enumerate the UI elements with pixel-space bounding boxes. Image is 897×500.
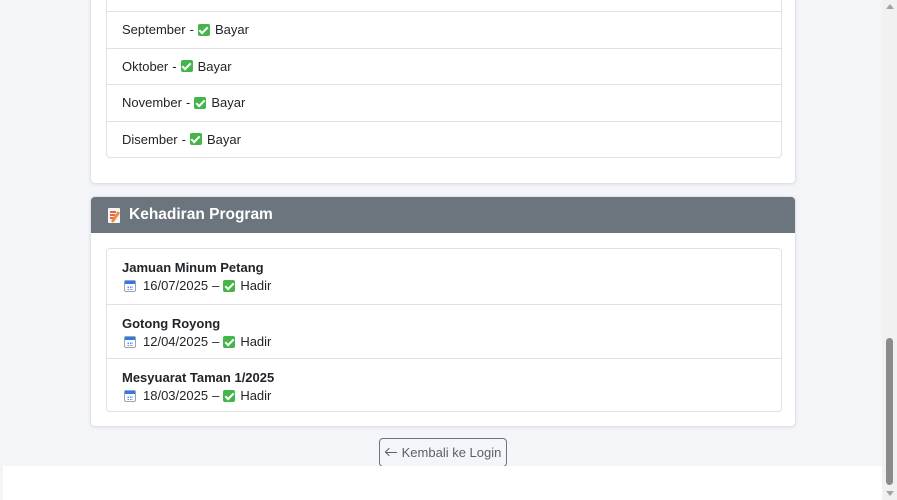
- program-item: Mesyuarat Taman 1/2025 18/03/2025 – Hadi…: [107, 358, 781, 413]
- scrollbar-thumb[interactable]: [886, 338, 893, 485]
- fee-status-card: September - Bayar Oktober - Bayar Novemb…: [90, 0, 796, 184]
- program-separator: –: [212, 278, 220, 293]
- check-icon: [180, 60, 193, 73]
- program-date: 12/04/2025: [143, 333, 209, 349]
- program-item: Jamuan Minum Petang 16/07/2025 – Hadir: [107, 249, 781, 304]
- card-title: Kehadiran Program: [129, 206, 273, 223]
- program-status: Hadir: [240, 278, 272, 293]
- fee-separator: -: [172, 58, 177, 74]
- check-icon: [223, 335, 236, 348]
- program-separator: –: [212, 388, 220, 403]
- calendar-icon: [124, 390, 136, 402]
- calendar-icon: [124, 280, 136, 292]
- check-icon: [197, 23, 210, 36]
- fee-status: Bayar: [214, 22, 249, 38]
- fee-separator: -: [185, 95, 191, 111]
- program-status: Hadir: [240, 333, 272, 349]
- scroll-down-icon[interactable]: [885, 491, 894, 496]
- scroll-up-icon[interactable]: [885, 4, 894, 9]
- footer: [3, 466, 883, 500]
- fee-month: Oktober: [122, 58, 169, 74]
- calendar-icon: [124, 335, 136, 348]
- check-icon: [223, 280, 236, 292]
- fee-status: Bayar: [206, 131, 241, 147]
- fee-list: September - Bayar Oktober - Bayar Novemb…: [106, 0, 782, 158]
- program-name: Mesyuarat Taman 1/2025: [122, 370, 275, 385]
- back-button-label: Kembali ke Login: [401, 445, 502, 460]
- check-icon: [194, 96, 207, 109]
- fee-separator: -: [189, 22, 194, 38]
- program-name: Jamuan Minum Petang: [122, 260, 264, 275]
- program-meta: 18/03/2025 – Hadir: [122, 388, 781, 404]
- program-date: 16/07/2025: [143, 278, 209, 293]
- fee-month: November: [122, 95, 182, 111]
- program-separator: –: [212, 333, 220, 349]
- fee-item: November - Bayar: [107, 84, 781, 121]
- card-header: Kehadiran Program: [91, 197, 795, 233]
- program-list: Jamuan Minum Petang 16/07/2025 – Hadir G…: [106, 248, 782, 412]
- fee-item: Disember - Bayar: [107, 120, 781, 158]
- fee-month: Disember: [122, 131, 178, 147]
- program-attendance-card: Kehadiran Program Jamuan Minum Petang 16…: [90, 196, 796, 427]
- fee-status: Bayar: [211, 95, 246, 111]
- check-icon: [189, 133, 202, 146]
- memo-icon: [108, 207, 122, 223]
- fee-item: September - Bayar: [107, 11, 781, 48]
- program-item: Gotong Royong 12/04/2025 – Hadir: [107, 303, 781, 359]
- program-date: 18/03/2025: [143, 388, 209, 403]
- program-name: Gotong Royong: [122, 315, 221, 331]
- fee-status: Bayar: [197, 58, 232, 74]
- program-meta: 16/07/2025 – Hadir: [122, 278, 781, 294]
- back-to-login-button[interactable]: Kembali ke Login: [379, 438, 507, 467]
- vertical-scrollbar[interactable]: [882, 0, 897, 500]
- fee-item-hidden: [107, 0, 781, 11]
- arrow-left-icon: [384, 447, 397, 458]
- fee-separator: -: [181, 131, 186, 147]
- fee-month: September: [122, 22, 186, 38]
- check-icon: [223, 390, 236, 402]
- fee-item: Oktober - Bayar: [107, 47, 781, 85]
- program-status: Hadir: [240, 388, 272, 403]
- program-meta: 12/04/2025 – Hadir: [122, 334, 781, 350]
